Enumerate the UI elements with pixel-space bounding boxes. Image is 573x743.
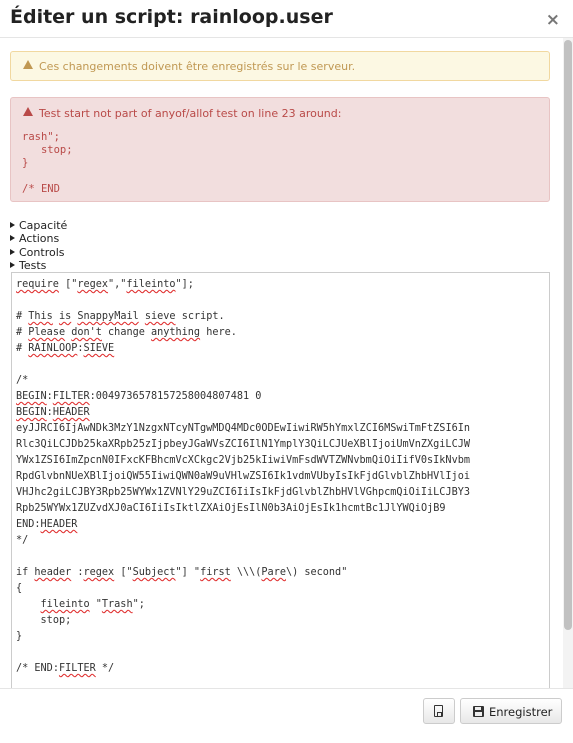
code-line: Rpb25WYWx1ZUZvdXJ0aCI6IiIsIktlZXAiOjEsIl… bbox=[16, 503, 446, 514]
code-line: RpdGlvbnNUeXBlIjoiQW55IiwiQWN0aW9uVHlwZS… bbox=[16, 471, 470, 482]
code-line: BEGIN:HEADER bbox=[16, 407, 90, 418]
code-line: Rlc3QiLCJDb25kaXRpb25zIjpbeyJGaWVsZCI6Il… bbox=[16, 439, 470, 450]
modal-footer: Enregistrer bbox=[0, 688, 573, 743]
save-label: Enregistrer bbox=[489, 705, 553, 719]
warning-alert: Ces changements doivent être enregistrés… bbox=[10, 51, 550, 81]
caret-right-icon bbox=[10, 235, 15, 242]
code-line: eyJJRCI6IjAwNDk3MzY1NzgxNTcyNTgwMDQ4MDc0… bbox=[16, 423, 470, 434]
code-line: # Please don't change anything here. bbox=[16, 327, 237, 338]
document-icon bbox=[434, 705, 443, 717]
code-line: { bbox=[16, 583, 23, 594]
save-button[interactable]: Enregistrer bbox=[460, 698, 562, 724]
code-line: VHJhc2giLCJBY3Rpb25WYWx1ZVNlY29uZCI6IiIs… bbox=[16, 487, 470, 498]
edit-script-modal: Éditer un script: rainloop.user × Ces ch… bbox=[0, 0, 573, 743]
code-line: stop; bbox=[40, 615, 72, 626]
code-line: # RAINLOOP:SIEVE bbox=[16, 343, 115, 354]
section-controls[interactable]: Controls bbox=[10, 246, 67, 259]
warning-text: Ces changements doivent être enregistrés… bbox=[39, 60, 356, 73]
code-line: fileinto "Trash"; bbox=[40, 599, 145, 610]
scrollbar-thumb[interactable] bbox=[564, 40, 572, 630]
section-capacite[interactable]: Capacité bbox=[10, 219, 67, 232]
error-snippet: rash"; stop; } /* END bbox=[22, 131, 73, 195]
section-label: Tests bbox=[19, 259, 47, 273]
modal-title: Éditer un script: rainloop.user bbox=[10, 6, 333, 28]
code-line: /* END:FILTER */ bbox=[16, 663, 115, 674]
code-line: } bbox=[16, 631, 23, 642]
warning-icon bbox=[23, 60, 33, 69]
code-line: YWx1ZSI6ImZpcnN0IFxcKFBhcmVcXCkgc2Vjb25k… bbox=[16, 455, 470, 466]
script-editor[interactable]: require ["regex","fileinto"]; # This is … bbox=[11, 272, 550, 688]
caret-right-icon bbox=[10, 262, 15, 269]
warning-icon bbox=[23, 107, 33, 116]
section-label: Capacité bbox=[19, 219, 68, 232]
section-label: Controls bbox=[19, 245, 65, 259]
section-label: Actions bbox=[19, 232, 60, 246]
error-alert: Test start not part of anyof/allof test … bbox=[10, 97, 550, 202]
modal-header: Éditer un script: rainloop.user × bbox=[0, 0, 573, 38]
script-code[interactable]: require ["regex","fileinto"]; # This is … bbox=[12, 273, 549, 681]
floppy-disk-icon bbox=[473, 706, 484, 717]
caret-right-icon bbox=[10, 248, 15, 255]
sections-list: Capacité Actions Controls Tests bbox=[10, 219, 67, 273]
caret-right-icon bbox=[10, 222, 15, 228]
code-line: */ bbox=[16, 535, 29, 546]
section-actions[interactable]: Actions bbox=[10, 232, 67, 245]
modal-body: Ces changements doivent être enregistrés… bbox=[0, 38, 563, 688]
raw-view-button[interactable] bbox=[423, 698, 455, 724]
section-tests[interactable]: Tests bbox=[10, 259, 67, 272]
close-icon[interactable]: × bbox=[546, 10, 560, 30]
code-line: # This is SnappyMail sieve script. bbox=[16, 311, 225, 322]
code-line: BEGIN:FILTER:0049736578157258004807481 0 bbox=[16, 391, 262, 402]
code-line: END:HEADER bbox=[16, 519, 78, 530]
code-line: /* bbox=[16, 375, 29, 386]
code-line: require ["regex","fileinto"]; bbox=[16, 279, 194, 290]
error-title: Test start not part of anyof/allof test … bbox=[39, 107, 342, 120]
code-line: if header :regex ["Subject"] "first \\\(… bbox=[16, 567, 348, 578]
